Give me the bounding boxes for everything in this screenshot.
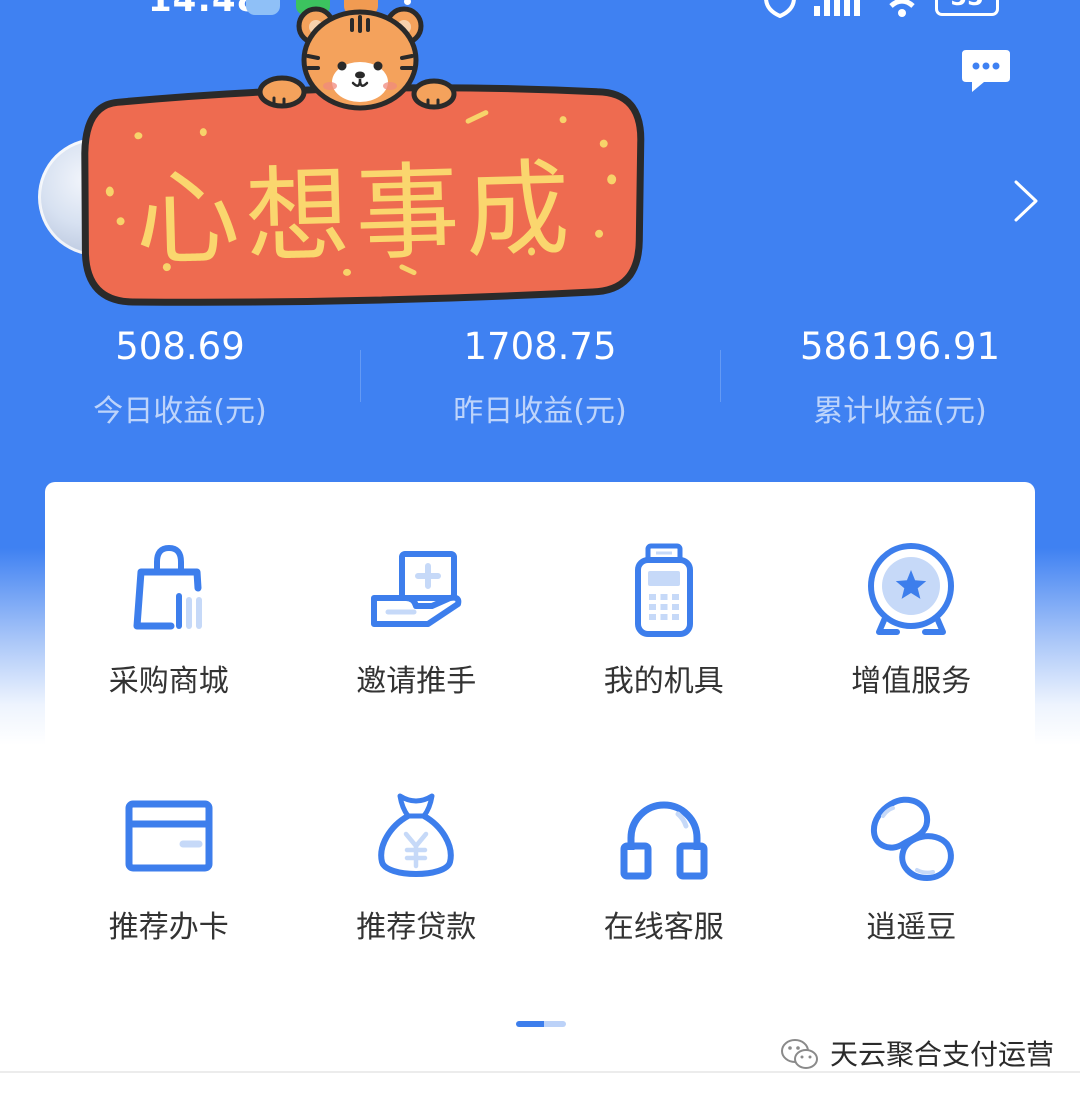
- stat-value: 508.69: [115, 325, 245, 368]
- menu-item-label: 逍遥豆: [866, 910, 957, 945]
- message-icon[interactable]: [960, 46, 1012, 96]
- menu-item-invite-promoter[interactable]: 邀请推手: [293, 540, 541, 786]
- stat-label: 累计收益(元): [813, 394, 987, 429]
- invite-hand-card-icon: [371, 551, 462, 627]
- stat-today-earnings[interactable]: 508.69 今日收益(元): [0, 322, 360, 442]
- watermark: 天云聚合支付运营: [780, 1035, 1054, 1075]
- menu-item-my-devices[interactable]: 我的机具: [540, 540, 788, 786]
- bottom-divider: [0, 1071, 1080, 1073]
- menu-item-recommend-loan[interactable]: 推荐贷款: [293, 786, 541, 1032]
- menu-item-recommend-card[interactable]: 推荐办卡: [45, 786, 293, 1032]
- headphones-icon: [620, 801, 708, 880]
- function-grid: 采购商城 邀请推手 我的机具 增值服务 推荐办卡 推荐贷款 在线客服 逍遥豆: [45, 482, 1035, 1032]
- money-bag-icon: [378, 793, 455, 877]
- function-menu-card: 采购商城 邀请推手 我的机具 增值服务 推荐办卡 推荐贷款 在线客服 逍遥豆: [45, 482, 1035, 1067]
- shopping-bag-icon: [133, 544, 202, 630]
- stat-yesterday-earnings[interactable]: 1708.75 昨日收益(元): [360, 322, 720, 442]
- beans-icon: [871, 796, 955, 881]
- menu-item-online-support[interactable]: 在线客服: [540, 786, 788, 1032]
- shield-icon: [764, 0, 796, 18]
- sticker-text: 心想事成: [134, 147, 577, 280]
- menu-item-label: 推荐办卡: [108, 910, 229, 945]
- chevron-right-icon[interactable]: [1010, 178, 1040, 224]
- stat-value: 1708.75: [463, 325, 617, 368]
- stat-total-earnings[interactable]: 586196.91 累计收益(元): [720, 322, 1080, 442]
- signal-icon: [814, 0, 860, 16]
- page-dot: [544, 1021, 566, 1027]
- battery-icon: 55: [935, 0, 999, 16]
- menu-item-label: 我的机具: [603, 664, 724, 699]
- menu-item-value-added-services[interactable]: 增值服务: [788, 540, 1036, 786]
- menu-item-label: 推荐贷款: [356, 910, 477, 945]
- stat-divider: [360, 350, 361, 402]
- stat-divider: [720, 350, 721, 402]
- menu-item-label: 增值服务: [851, 664, 972, 699]
- wechat-icon: [781, 1039, 818, 1069]
- stat-label: 今日收益(元): [93, 394, 267, 429]
- battery-level: 55: [938, 0, 996, 13]
- wifi-icon: [889, 0, 915, 17]
- tiger-sticker: 心想事成: [81, 6, 645, 306]
- earnings-summary: 508.69 今日收益(元) 1708.75 昨日收益(元) 586196.91…: [0, 322, 1080, 442]
- menu-item-label: 邀请推手: [356, 664, 477, 699]
- menu-item-purchase-mall[interactable]: 采购商城: [45, 540, 293, 786]
- watermark-text: 天云聚合支付运营: [830, 1038, 1055, 1071]
- menu-item-xiaoyao-beans[interactable]: 逍遥豆: [788, 786, 1036, 1032]
- page-dot-active: [516, 1021, 544, 1027]
- pos-machine-icon: [634, 543, 693, 637]
- stat-label: 昨日收益(元): [453, 394, 627, 429]
- medal-star-icon: [868, 543, 955, 635]
- menu-item-label: 在线客服: [603, 910, 724, 945]
- credit-card-icon: [125, 800, 213, 872]
- page-indicator: [516, 1021, 566, 1027]
- stat-value: 586196.91: [799, 325, 1001, 368]
- menu-item-label: 采购商城: [108, 664, 229, 699]
